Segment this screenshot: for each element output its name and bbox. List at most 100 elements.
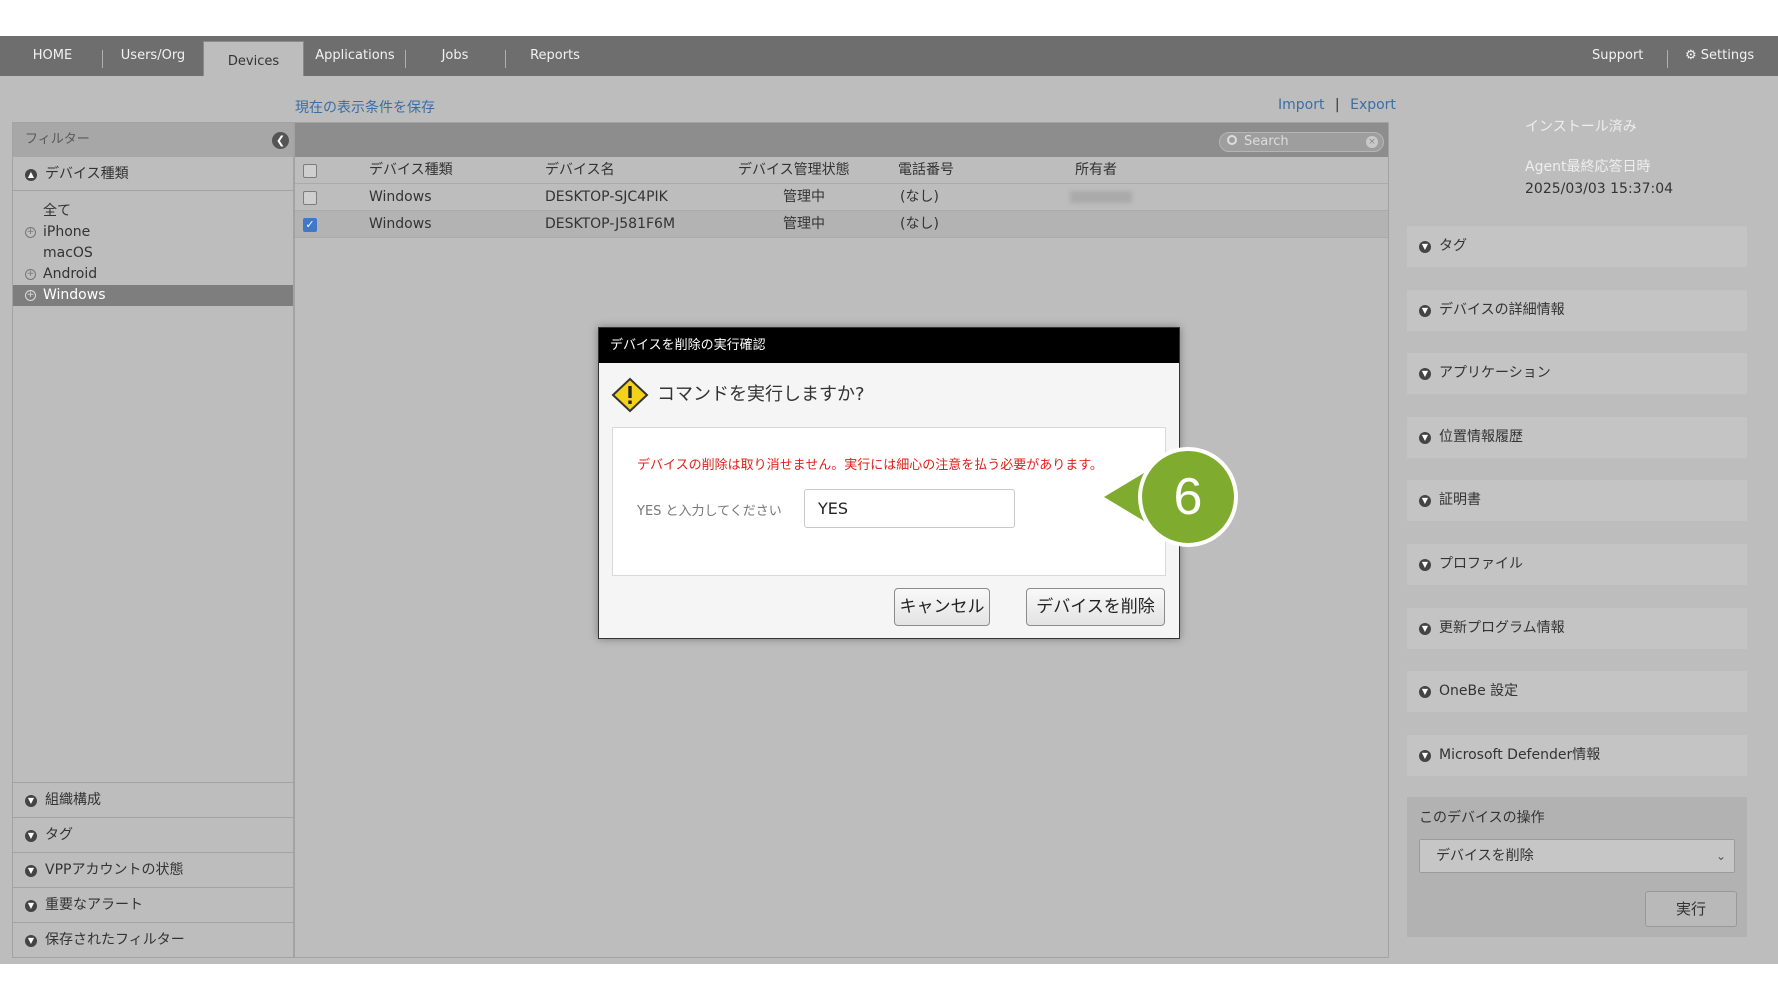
tab-home[interactable]: HOME [20, 36, 85, 76]
cancel-button[interactable]: キャンセル [894, 588, 990, 626]
detail-section-defender[interactable]: ▼ Microsoft Defender情報 [1407, 735, 1747, 776]
section-alerts[interactable]: ▼ 重要なアラート [13, 887, 293, 922]
cell-phone: (なし) [900, 216, 939, 232]
device-type-section[interactable]: ▲ デバイス種類 [13, 157, 293, 191]
tab-applications[interactable]: Applications [312, 36, 398, 76]
dialog-question: コマンドを実行しますか? [657, 384, 865, 405]
chevron-down-icon: ▼ [1419, 241, 1431, 253]
section-label: 組織構成 [45, 792, 101, 808]
detail-section-onebe[interactable]: ▼ OneBe 設定 [1407, 671, 1747, 712]
action-select[interactable]: デバイスを削除 ⌄ [1419, 839, 1735, 873]
section-label: 位置情報履歴 [1439, 429, 1523, 445]
device-type-macos[interactable]: macOS [13, 243, 293, 264]
device-type-iphone[interactable]: + iPhone [13, 222, 293, 243]
table-header: デバイス種類 デバイス名 デバイス管理状態 電話番号 所有者 [295, 157, 1388, 184]
collapse-icon[interactable]: ❮ [272, 132, 289, 149]
yes-input-label: YES と入力してください [637, 504, 782, 519]
chevron-down-icon: ▼ [25, 900, 37, 912]
expand-icon[interactable]: + [25, 269, 36, 280]
section-saved-filters[interactable]: ▼ 保存されたフィルター [13, 922, 293, 957]
detail-section-profiles[interactable]: ▼ プロファイル [1407, 544, 1747, 585]
row-checkbox-checked[interactable]: ✓ [303, 218, 317, 232]
detail-section-tag[interactable]: ▼ タグ [1407, 226, 1747, 267]
search-input[interactable]: Search × [1219, 132, 1384, 152]
section-label: デバイスの詳細情報 [1439, 302, 1565, 318]
section-vpp[interactable]: ▼ VPPアカウントの状態 [13, 852, 293, 887]
clear-icon[interactable]: × [1366, 136, 1378, 148]
section-label: VPPアカウントの状態 [45, 862, 184, 878]
execute-button[interactable]: 実行 [1645, 891, 1737, 927]
device-type-all[interactable]: 全て [13, 201, 293, 222]
detail-section-apps[interactable]: ▼ アプリケーション [1407, 353, 1747, 394]
device-type-windows[interactable]: + Windows [13, 285, 293, 306]
cell-owner-redacted [1070, 184, 1132, 211]
expand-icon[interactable]: + [25, 290, 36, 301]
table-row[interactable]: Windows DESKTOP-SJC4PIK 管理中 (なし) [295, 184, 1388, 211]
select-all-checkbox[interactable] [303, 164, 317, 178]
col-status[interactable]: デバイス管理状態 [738, 157, 850, 184]
table-row[interactable]: ✓ Windows DESKTOP-J581F6M 管理中 (なし) [295, 211, 1388, 238]
tab-users-org[interactable]: Users/Org [113, 36, 193, 76]
col-device-type[interactable]: デバイス種類 [369, 157, 453, 184]
device-type-label: Windows [43, 287, 106, 303]
top-nav: HOME Users/Org Devices Applications Jobs… [0, 36, 1778, 77]
section-label: Microsoft Defender情報 [1439, 747, 1601, 763]
delete-device-button[interactable]: デバイスを削除 [1026, 588, 1165, 626]
chevron-down-icon: ▼ [1419, 305, 1431, 317]
section-tag[interactable]: ▼ タグ [13, 817, 293, 852]
export-link[interactable]: Export [1350, 97, 1396, 113]
chevron-down-icon: ⌄ [1715, 849, 1726, 863]
detail-section-certificates[interactable]: ▼ 証明書 [1407, 480, 1747, 521]
tab-reports[interactable]: Reports [520, 36, 590, 76]
save-filter-link[interactable]: 現在の表示条件を保存 [295, 97, 435, 117]
sidebar-sections: ▼ 組織構成 ▼ タグ ▼ VPPアカウントの状態 ▼ 重要なアラート ▼ 保存されたフィ… [13, 782, 293, 957]
tab-devices[interactable]: Devices [203, 41, 304, 77]
detail-section-device-info[interactable]: ▼ デバイスの詳細情報 [1407, 290, 1747, 331]
col-device-name[interactable]: デバイス名 [545, 157, 615, 184]
chevron-down-icon: ▼ [1419, 623, 1431, 635]
nav-divider [102, 50, 103, 68]
detail-section-updates[interactable]: ▼ 更新プログラム情報 [1407, 608, 1747, 649]
settings-link[interactable]: ⚙ Settings [1685, 36, 1754, 76]
dialog-body: デバイスの削除は取り消せません。実行には細心の注意を払う必要があります。 YES… [612, 427, 1166, 576]
device-type-label: 全て [43, 203, 71, 219]
chevron-down-icon: ▼ [25, 865, 37, 877]
device-type-label: macOS [43, 245, 93, 261]
tab-jobs[interactable]: Jobs [420, 36, 490, 76]
col-phone[interactable]: 電話番号 [898, 157, 954, 184]
nav-divider [505, 50, 506, 68]
col-owner[interactable]: 所有者 [1075, 157, 1117, 184]
device-action-box: このデバイスの操作 デバイスを削除 ⌄ 実行 [1407, 797, 1747, 937]
link-separator: | [1334, 97, 1340, 113]
section-org[interactable]: ▼ 組織構成 [13, 782, 293, 817]
section-label: 保存されたフィルター [45, 932, 185, 948]
filter-sidebar: フィルター ❮ ▲ デバイス種類 全て + iPhone macOS + Androi… [12, 122, 294, 958]
nav-divider [1667, 50, 1668, 68]
search-icon [1227, 135, 1237, 145]
agent-label: Agent最終応答日時 [1525, 159, 1651, 175]
settings-label: Settings [1700, 48, 1755, 63]
chevron-down-icon: ▼ [1419, 495, 1431, 507]
cell-phone: (なし) [900, 189, 939, 205]
chevron-down-icon: ▼ [1419, 559, 1431, 571]
device-type-android[interactable]: + Android [13, 264, 293, 285]
chevron-down-icon: ▼ [1419, 750, 1431, 762]
cell-type: Windows [369, 216, 432, 232]
expand-icon[interactable]: + [25, 227, 36, 238]
chevron-down-icon: ▼ [1419, 686, 1431, 698]
section-label: 更新プログラム情報 [1439, 620, 1565, 636]
row-checkbox[interactable] [303, 191, 317, 205]
device-type-label: デバイス種類 [45, 166, 129, 182]
section-label: OneBe 設定 [1439, 683, 1519, 699]
cell-type: Windows [369, 189, 432, 205]
support-link[interactable]: Support [1592, 36, 1643, 76]
dialog-question-row: コマンドを実行しますか? [611, 377, 865, 413]
import-link[interactable]: Import [1278, 97, 1324, 113]
chevron-down-icon: ▼ [25, 795, 37, 807]
section-label: タグ [45, 827, 73, 843]
yes-confirm-input[interactable]: YES [804, 489, 1015, 528]
detail-section-location[interactable]: ▼ 位置情報履歴 [1407, 417, 1747, 458]
chevron-down-icon: ▼ [1419, 368, 1431, 380]
cell-status: 管理中 [783, 216, 825, 232]
search-placeholder: Search [1244, 134, 1289, 149]
